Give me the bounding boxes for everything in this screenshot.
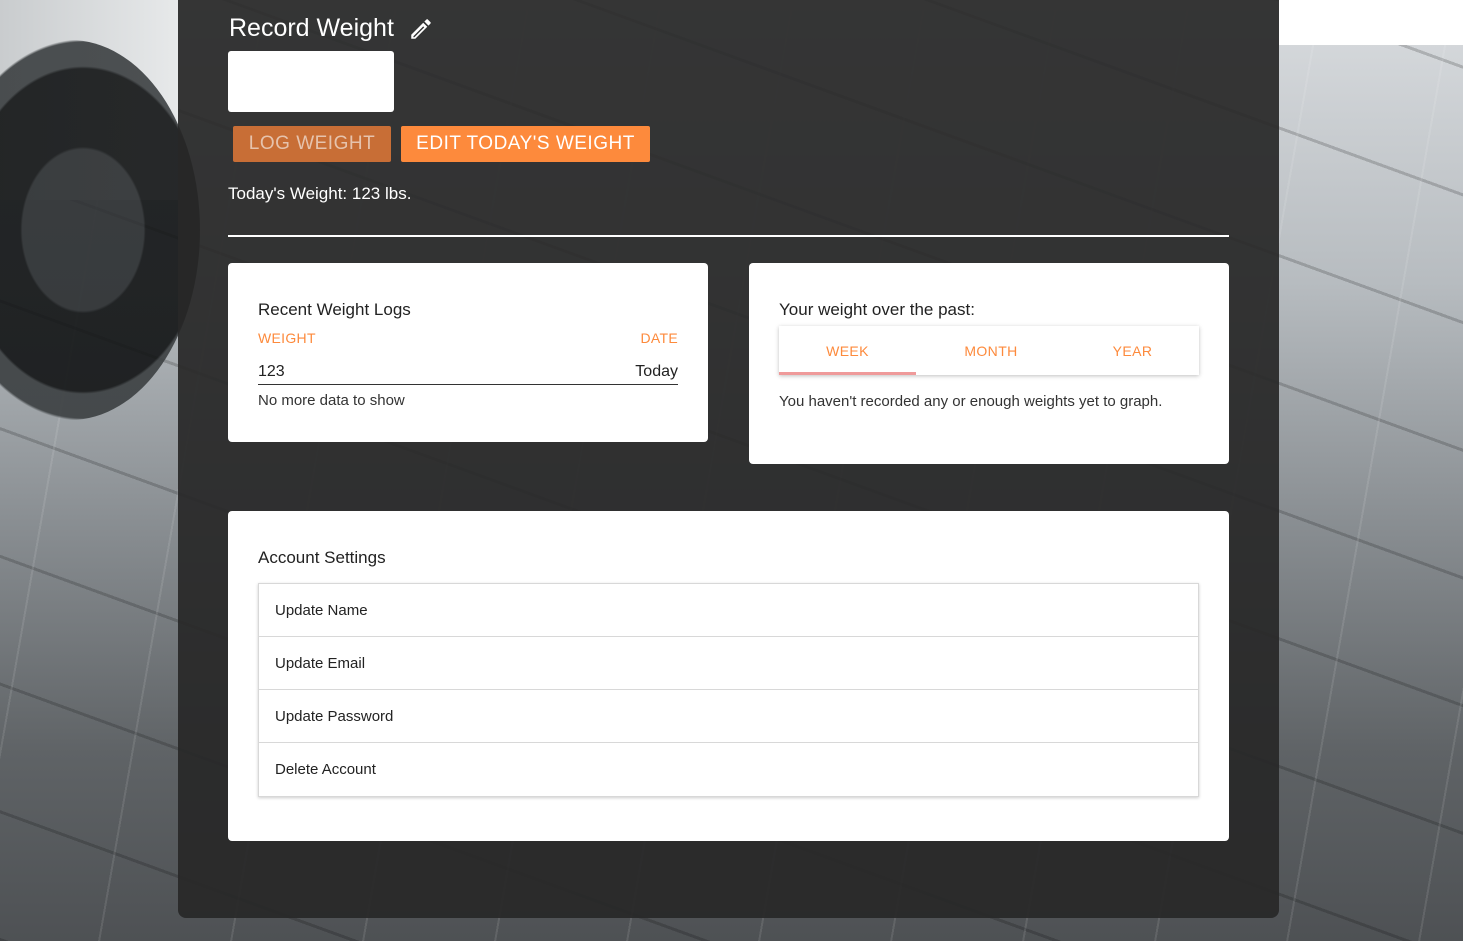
log-weight-value: 123 <box>258 363 285 380</box>
delete-account-item[interactable]: Delete Account <box>259 743 1198 796</box>
pencil-icon[interactable] <box>408 16 434 42</box>
update-password-item[interactable]: Update Password <box>259 690 1198 743</box>
tab-month[interactable]: MONTH <box>916 326 1066 375</box>
date-column-header: DATE <box>640 330 678 346</box>
record-weight-header: Record Weight <box>229 14 434 43</box>
weight-column-header: WEIGHT <box>258 330 316 346</box>
account-settings-title: Account Settings <box>258 548 386 567</box>
page-title: Record Weight <box>229 14 394 42</box>
log-weight-button[interactable]: LOG WEIGHT <box>233 126 391 162</box>
recent-logs-title: Recent Weight Logs <box>258 300 411 319</box>
background-photo-corner <box>1279 0 1463 45</box>
todays-weight-text: Today's Weight: 123 lbs. <box>228 184 412 203</box>
account-settings-card: Account Settings Update Name Update Emai… <box>228 511 1229 841</box>
period-tabs: WEEK MONTH YEAR <box>779 326 1199 375</box>
table-row: 123 Today <box>258 362 678 385</box>
update-email-item[interactable]: Update Email <box>259 637 1198 690</box>
tab-week[interactable]: WEEK <box>779 326 916 375</box>
graph-title: Your weight over the past: <box>779 300 975 319</box>
weight-input[interactable] <box>228 51 394 112</box>
weight-graph-card: Your weight over the past: WEEK MONTH YE… <box>749 263 1229 464</box>
section-divider <box>228 235 1229 237</box>
edit-todays-weight-button[interactable]: EDIT TODAY'S WEIGHT <box>401 126 650 162</box>
graph-empty-message: You haven't recorded any or enough weigh… <box>779 393 1163 410</box>
log-date-value: Today <box>635 363 678 380</box>
account-settings-list: Update Name Update Email Update Password… <box>258 583 1199 797</box>
no-more-data-text: No more data to show <box>258 392 405 409</box>
recent-weight-logs-card: Recent Weight Logs WEIGHT DATE 123 Today… <box>228 263 708 442</box>
tab-year[interactable]: YEAR <box>1066 326 1199 375</box>
update-name-item[interactable]: Update Name <box>259 584 1198 637</box>
